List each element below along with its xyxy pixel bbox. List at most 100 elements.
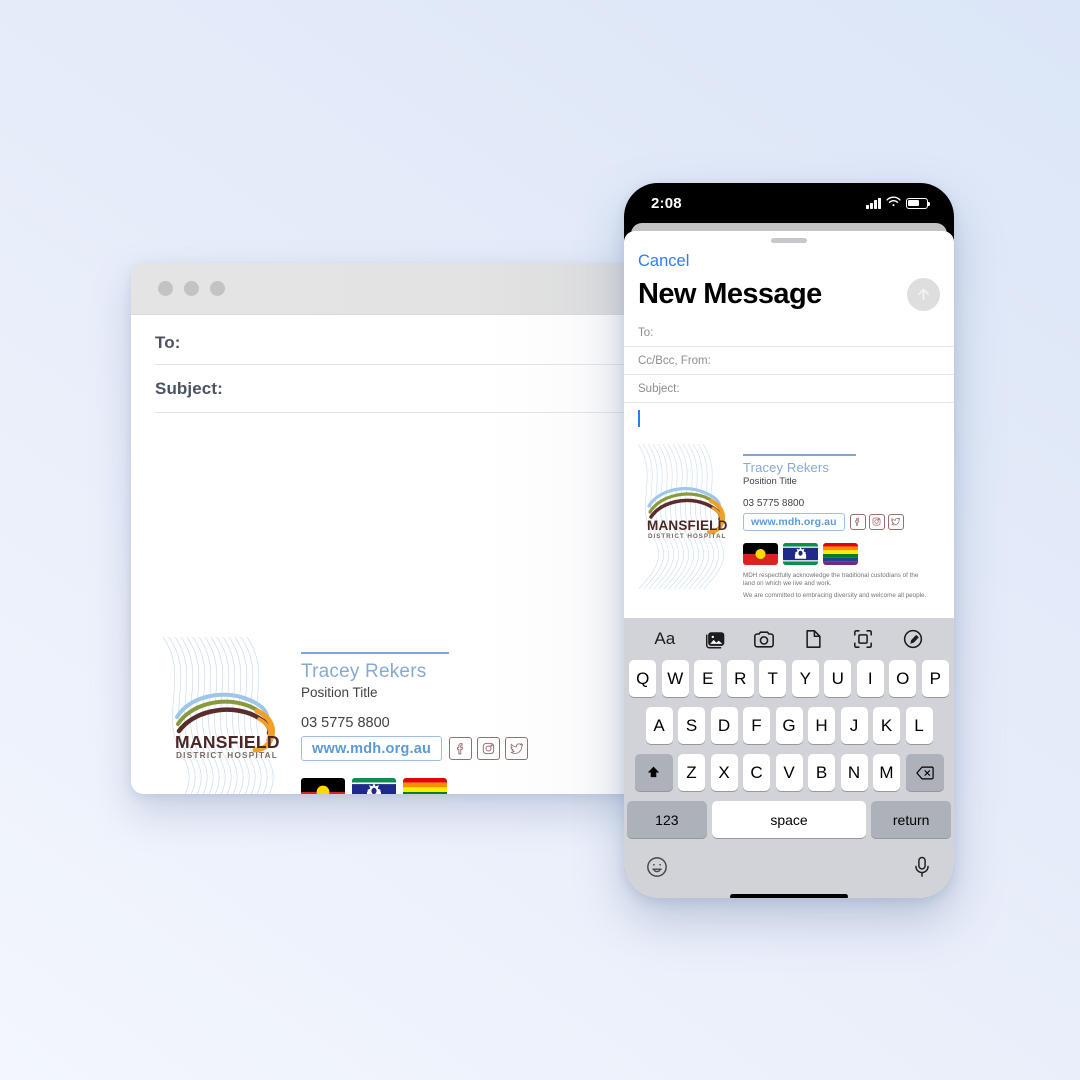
subject-field-label: Subject: xyxy=(155,379,223,398)
markup-icon[interactable] xyxy=(896,624,930,654)
key-m[interactable]: M xyxy=(873,754,900,791)
status-icons xyxy=(866,194,931,212)
facebook-icon[interactable] xyxy=(849,513,866,530)
key-f[interactable]: F xyxy=(743,707,770,744)
status-time: 2:08 xyxy=(651,194,682,212)
camera-icon[interactable] xyxy=(747,624,781,654)
acknowledgement-line-2: We are committed to embracing diversity … xyxy=(743,592,927,600)
acknowledgement-text: MDH respectfully acknowledge the traditi… xyxy=(743,572,928,601)
key-q[interactable]: Q xyxy=(629,660,657,697)
facebook-icon[interactable] xyxy=(449,737,473,760)
signature-top-rule xyxy=(301,652,449,654)
aboriginal-flag xyxy=(301,778,345,794)
status-bar: 2:08 xyxy=(624,183,954,223)
subject-field-row[interactable]: Subject: xyxy=(624,375,954,403)
key-d[interactable]: D xyxy=(710,707,738,744)
microphone-icon[interactable] xyxy=(912,856,932,883)
key-e[interactable]: E xyxy=(694,660,722,697)
signature-artwork: MANSFIELD DISTRICT HOSPITAL xyxy=(630,444,740,589)
signature-details: Tracey Rekers Position Title 03 5775 880… xyxy=(740,444,954,601)
keyboard-row-2: A S D F G H J K L xyxy=(627,707,951,744)
logo-name-secondary: DISTRICT HOSPITAL xyxy=(176,751,278,760)
key-s[interactable]: S xyxy=(678,707,705,744)
cancel-button[interactable]: Cancel xyxy=(624,243,954,271)
key-h[interactable]: H xyxy=(808,707,835,744)
message-body-area[interactable] xyxy=(624,403,954,428)
backspace-key[interactable] xyxy=(905,754,944,791)
key-k[interactable]: K xyxy=(873,707,900,744)
key-a[interactable]: A xyxy=(645,707,673,744)
instagram-icon[interactable] xyxy=(868,513,885,530)
shift-key[interactable] xyxy=(634,754,673,791)
inclusion-flags xyxy=(743,542,954,565)
to-field-row[interactable]: To: xyxy=(624,319,954,347)
signature-link-row: www.mdh.org.au xyxy=(743,512,954,531)
space-key[interactable]: space xyxy=(712,801,866,838)
ccbcc-from-field-label: Cc/Bcc, From: xyxy=(638,354,711,367)
signature-phone: 03 5775 8800 xyxy=(743,497,805,509)
emoji-icon[interactable] xyxy=(646,856,668,883)
key-b[interactable]: B xyxy=(808,754,835,791)
key-p[interactable]: P xyxy=(921,660,949,697)
format-text-icon[interactable]: Aa xyxy=(648,624,682,654)
key-i[interactable]: I xyxy=(856,660,884,697)
instagram-icon[interactable] xyxy=(477,737,501,760)
send-button[interactable] xyxy=(907,278,940,311)
text-cursor xyxy=(638,410,640,428)
keyboard-attachment-toolbar: Aa xyxy=(624,618,954,660)
key-r[interactable]: R xyxy=(726,660,754,697)
close-button[interactable] xyxy=(158,281,173,296)
key-l[interactable]: L xyxy=(905,707,933,744)
keyboard-row-3: Z X C V B N M xyxy=(627,754,951,791)
torres-strait-islander-flag xyxy=(783,542,818,565)
website-link[interactable]: www.mdh.org.au xyxy=(301,736,443,761)
sheet-header: New Message xyxy=(624,271,954,311)
numbers-key[interactable]: 123 xyxy=(627,801,707,838)
subject-field-label: Subject: xyxy=(638,382,680,395)
home-indicator[interactable] xyxy=(730,894,848,898)
ccbcc-from-field-row[interactable]: Cc/Bcc, From: xyxy=(624,347,954,375)
social-links xyxy=(449,737,533,760)
twitter-icon[interactable] xyxy=(887,513,904,530)
email-signature-phone: MANSFIELD DISTRICT HOSPITAL Tracey Reker… xyxy=(624,428,954,601)
key-j[interactable]: J xyxy=(840,707,868,744)
key-n[interactable]: N xyxy=(840,754,868,791)
key-w[interactable]: W xyxy=(661,660,689,697)
to-field-label: To: xyxy=(638,326,654,339)
key-x[interactable]: X xyxy=(710,754,738,791)
key-u[interactable]: U xyxy=(824,660,852,697)
photos-icon[interactable] xyxy=(697,624,731,654)
key-c[interactable]: C xyxy=(743,754,770,791)
iphone-mockup: 2:08 Cancel New Message To: Cc/Bcc, From… xyxy=(624,183,954,898)
svg-text:DISTRICT HOSPITAL: DISTRICT HOSPITAL xyxy=(648,533,726,540)
keyboard-row-4: 123 space return xyxy=(627,801,951,838)
new-message-sheet: Cancel New Message To: Cc/Bcc, From: Sub… xyxy=(624,231,954,898)
key-g[interactable]: G xyxy=(775,707,803,744)
battery-icon xyxy=(906,197,931,209)
key-y[interactable]: Y xyxy=(791,660,819,697)
to-field-label: To: xyxy=(155,333,181,352)
keyboard-bottom-bar xyxy=(624,848,954,888)
key-t[interactable]: T xyxy=(759,660,787,697)
keyboard-row-1: Q W E R T Y U I O P xyxy=(627,660,951,697)
scan-icon[interactable] xyxy=(846,624,880,654)
torres-strait-islander-flag xyxy=(352,778,396,794)
signal-bars-icon xyxy=(866,197,881,209)
on-screen-keyboard: Aa Q W E R T Y U I O P A S D F G H J K L… xyxy=(624,618,954,898)
key-z[interactable]: Z xyxy=(678,754,705,791)
website-link[interactable]: www.mdh.org.au xyxy=(743,512,845,531)
signature-artwork: MANSFIELD DISTRICT HOSPITAL xyxy=(153,637,293,794)
page-title: New Message xyxy=(638,278,822,310)
key-v[interactable]: V xyxy=(775,754,803,791)
twitter-icon[interactable] xyxy=(505,737,529,760)
signature-position: Position Title xyxy=(743,475,797,487)
acknowledgement-line-1: MDH respectfully acknowledge the traditi… xyxy=(743,571,919,588)
minimize-button[interactable] xyxy=(184,281,199,296)
zoom-button[interactable] xyxy=(210,281,225,296)
document-icon[interactable] xyxy=(797,624,831,654)
pride-flag xyxy=(823,542,858,565)
return-key[interactable]: return xyxy=(871,801,951,838)
social-links xyxy=(849,513,907,530)
key-o[interactable]: O xyxy=(889,660,917,697)
svg-text:MANSFIELD: MANSFIELD xyxy=(647,518,728,533)
